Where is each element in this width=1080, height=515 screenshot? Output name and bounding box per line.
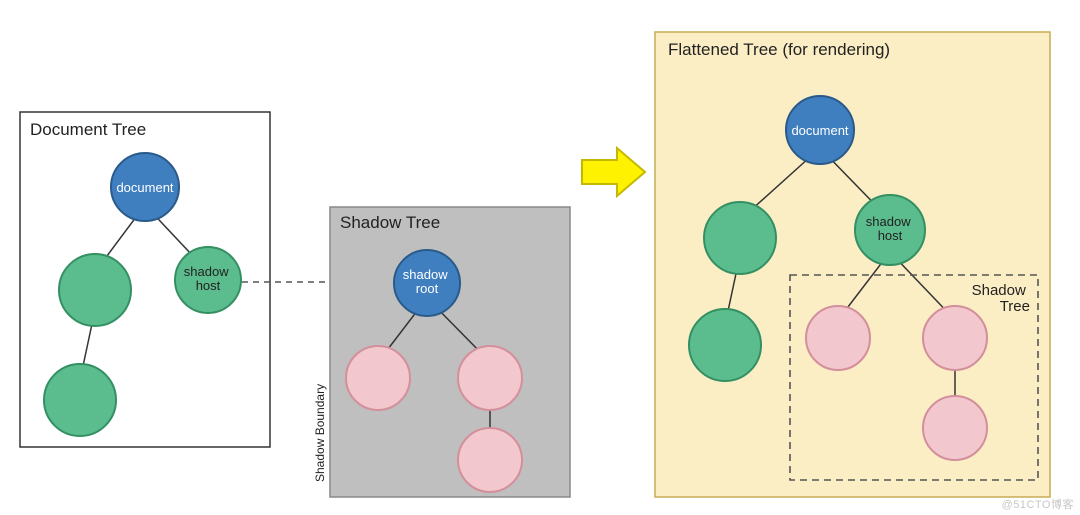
- shadow-tree-title: Shadow Tree: [340, 213, 440, 232]
- node-green-1: [59, 254, 131, 326]
- node-shadow-root: shadow root: [394, 250, 460, 316]
- svg-text:document: document: [791, 123, 848, 138]
- diagram-canvas: Document Tree document shadow host Shado…: [0, 0, 1080, 515]
- flattened-tree-panel: Flattened Tree (for rendering) Shadow Tr…: [655, 32, 1050, 497]
- flattened-tree-title: Flattened Tree (for rendering): [668, 40, 890, 59]
- flat-node-shadow-host: shadow host: [855, 195, 925, 265]
- node-pink-2: [458, 346, 522, 410]
- document-tree-title: Document Tree: [30, 120, 146, 139]
- node-green-2: [44, 364, 116, 436]
- svg-text:document: document: [116, 180, 173, 195]
- flatten-arrow-icon: [582, 148, 645, 196]
- flat-node-document: document: [786, 96, 854, 164]
- flat-node-pink-2: [923, 306, 987, 370]
- flat-node-pink-3: [923, 396, 987, 460]
- shadow-boundary-label: Shadow Boundary: [313, 384, 327, 482]
- node-pink-1: [346, 346, 410, 410]
- flat-node-green-2: [689, 309, 761, 381]
- flat-node-green-1: [704, 202, 776, 274]
- node-pink-3: [458, 428, 522, 492]
- watermark-text: @51CTO博客: [1002, 496, 1074, 512]
- node-shadow-host: shadow host: [175, 247, 241, 313]
- flat-node-pink-1: [806, 306, 870, 370]
- document-tree-panel: Document Tree document shadow host: [20, 112, 270, 447]
- node-document: document: [111, 153, 179, 221]
- shadow-tree-panel: Shadow Tree Shadow Boundary shadow root: [313, 207, 570, 497]
